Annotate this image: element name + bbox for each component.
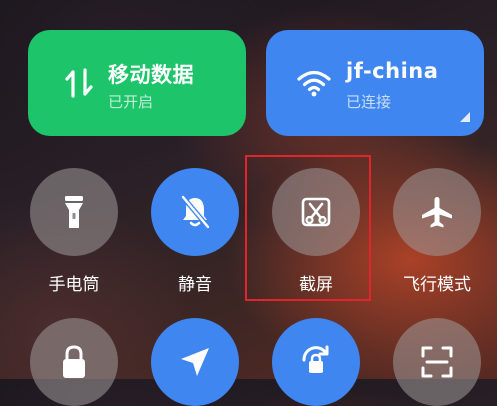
- mobile-data-tile[interactable]: 移动数据 已开启: [28, 30, 246, 136]
- flashlight-icon: [65, 196, 83, 228]
- mobile-data-title: 移动数据: [108, 63, 194, 87]
- wifi-status: 已连接: [346, 93, 392, 111]
- lock-icon: [63, 345, 85, 378]
- bell-muted-icon: [181, 195, 210, 229]
- location-arrow-icon: [181, 348, 209, 376]
- rotation-lock-icon: [302, 345, 329, 373]
- location-toggle[interactable]: [151, 318, 239, 406]
- mute-label: 静音: [178, 275, 212, 295]
- highlight-frame: [245, 155, 371, 301]
- scan-icon: [421, 346, 453, 378]
- scan-toggle[interactable]: [393, 318, 481, 406]
- mobile-data-arrows-icon: [65, 68, 93, 98]
- mute-toggle[interactable]: [151, 168, 239, 256]
- airplane-icon: [422, 197, 452, 228]
- flashlight-label: 手电筒: [48, 275, 100, 295]
- airplane-mode-label: 飞行模式: [403, 275, 471, 295]
- lock-toggle[interactable]: [30, 318, 118, 406]
- wifi-expand-corner-icon[interactable]: [460, 112, 470, 122]
- flashlight-toggle[interactable]: [30, 168, 118, 256]
- wifi-icon: [297, 70, 331, 97]
- rotation-lock-toggle[interactable]: [272, 318, 360, 406]
- mobile-data-status: 已开启: [108, 93, 154, 111]
- wifi-title: jf-china: [346, 59, 439, 83]
- wifi-tile[interactable]: jf-china 已连接: [266, 30, 484, 136]
- airplane-mode-toggle[interactable]: [393, 168, 481, 256]
